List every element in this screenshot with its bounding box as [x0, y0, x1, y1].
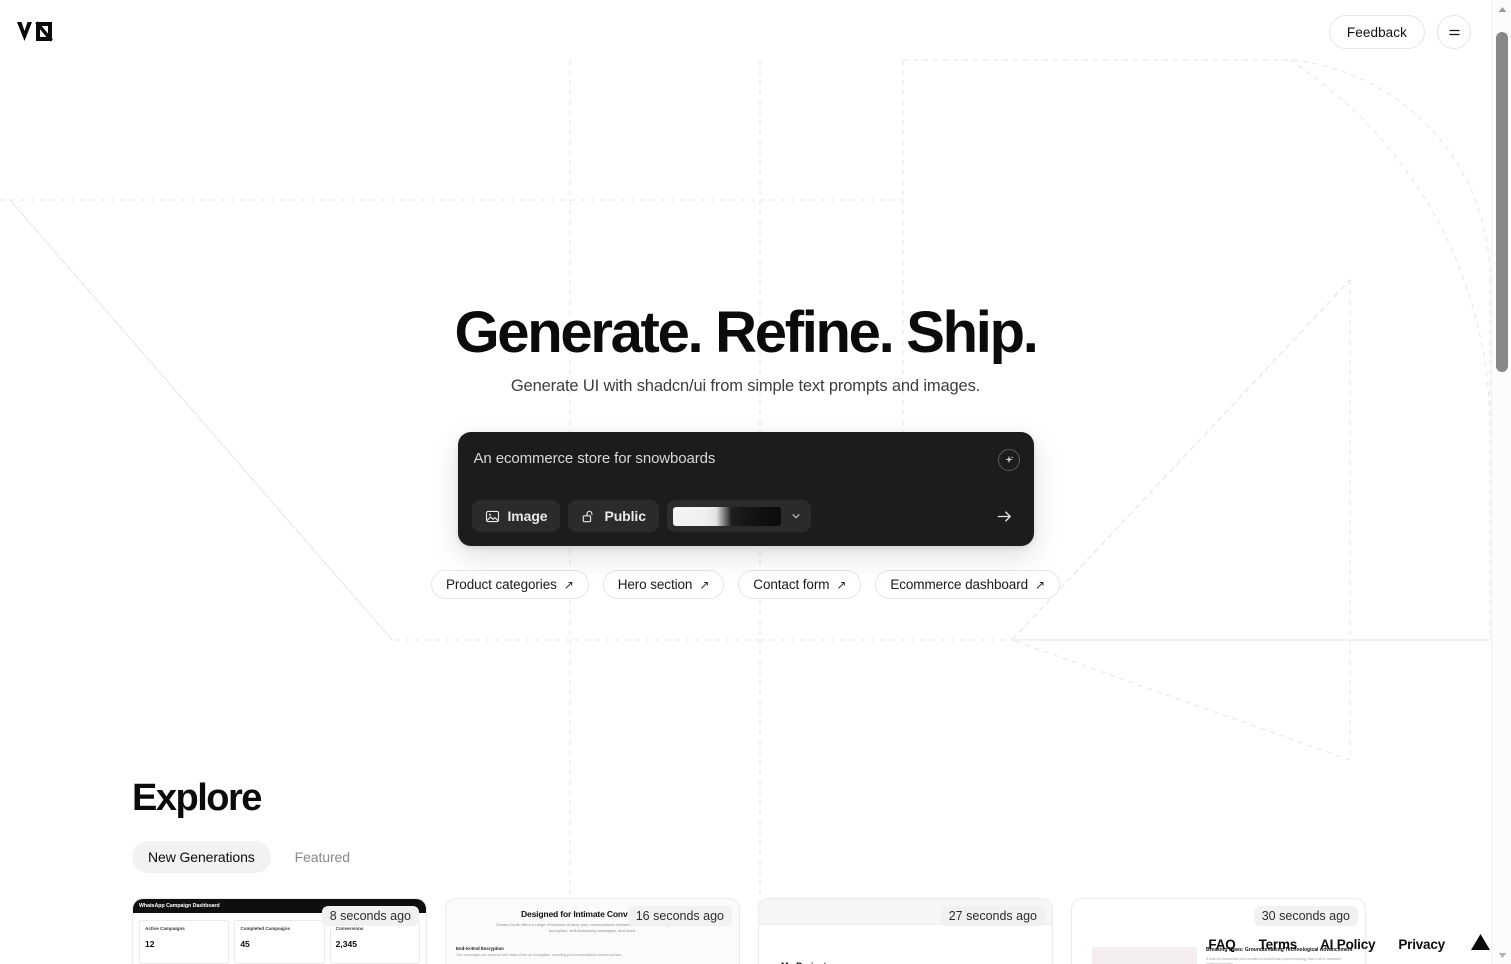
arrow-up-right-icon: ↗	[1035, 577, 1045, 592]
card-timestamp: 16 seconds ago	[627, 906, 732, 926]
top-header: Feedback	[0, 0, 1491, 64]
stat-label: Active Campaigns	[145, 926, 185, 931]
stat-value: 2,345	[335, 939, 357, 949]
arrow-right-icon	[997, 511, 1011, 522]
stat-card: Active Campaigns 12	[139, 920, 230, 964]
stat-card: Conversions 2,345	[329, 920, 420, 964]
card-timestamp: 30 seconds ago	[1253, 906, 1358, 926]
visibility-label: Public	[604, 508, 646, 525]
chip-label: Hero section	[617, 577, 693, 593]
stat-value: 12	[145, 939, 155, 949]
stat-value: 45	[240, 939, 250, 949]
scroll-up-arrow-icon[interactable]	[1492, 0, 1511, 18]
submit-prompt-button[interactable]	[990, 501, 1020, 531]
arrow-up-right-icon: ↗	[563, 577, 574, 592]
suggestion-chip-ecommerce-dashboard[interactable]: Ecommerce dashboard ↗	[875, 570, 1060, 600]
attach-image-button[interactable]: Image	[471, 500, 561, 533]
scroll-down-arrow-icon[interactable]	[1492, 946, 1511, 964]
page-title: Generate. Refine. Ship.	[454, 300, 1038, 365]
section-title: End-to-End Encryption	[456, 946, 504, 951]
vercel-triangle-icon[interactable]	[1470, 933, 1491, 956]
enhance-prompt-button[interactable]	[997, 449, 1020, 472]
page-root: Feedback Generate. Refine. Ship. Generat…	[0, 0, 1511, 964]
chip-label: Contact form	[753, 577, 830, 593]
footer-link-ai-policy[interactable]: AI Policy	[1320, 937, 1375, 952]
v0-logo-icon	[17, 21, 53, 42]
scrollbar-thumb[interactable]	[1496, 32, 1508, 372]
hamburger-menu-icon	[1448, 29, 1460, 35]
card-preview-section: End-to-End Encryption Your messages are …	[446, 934, 739, 958]
model-loading-skeleton	[672, 506, 781, 526]
suggestion-chips: Product categories ↗ Hero section ↗ Cont…	[431, 570, 1060, 600]
composer-input-row	[471, 448, 1020, 472]
explore-tabs: New Generations Featured	[132, 841, 1491, 873]
article-thumbnail	[1092, 947, 1197, 964]
suggestion-chip-product-categories[interactable]: Product categories ↗	[431, 570, 589, 600]
card-timestamp: 27 seconds ago	[940, 906, 1045, 926]
model-selector[interactable]	[666, 500, 811, 533]
chip-label: Product categories	[446, 577, 557, 593]
chevron-down-icon	[792, 514, 800, 519]
explore-title: Explore	[132, 777, 262, 819]
visibility-button[interactable]: Public	[568, 500, 659, 533]
feedback-button-label: Feedback	[1346, 24, 1407, 40]
tab-label: New Generations	[148, 849, 255, 865]
v0-logo[interactable]	[16, 19, 57, 45]
explore-section: Explore New Generations Featured	[0, 777, 1491, 873]
header-actions: Feedback	[1328, 15, 1471, 49]
hero-subtitle: Generate UI with shadcn/ui from simple t…	[510, 377, 981, 396]
gallery-card-intimate-conversations[interactable]: 16 seconds ago Designed for Intimate Con…	[445, 898, 740, 964]
footer-links: FAQ Terms AI Policy Privacy	[1208, 933, 1491, 956]
footer-link-faq[interactable]: FAQ	[1208, 937, 1235, 952]
prompt-composer: Image Public	[457, 432, 1034, 547]
chip-label: Ecommerce dashboard	[890, 577, 1029, 593]
image-icon	[485, 510, 499, 522]
prompt-input[interactable]	[471, 448, 998, 468]
stat-label: Conversions	[335, 926, 364, 931]
footer-link-terms[interactable]: Terms	[1259, 937, 1298, 952]
page-scrollbar[interactable]	[1491, 0, 1511, 964]
gallery-card-my-projects[interactable]: 27 seconds ago My Projects	[758, 898, 1053, 964]
sparkle-icon	[1004, 456, 1013, 464]
card-preview-subtext: A team of researchers has unveiled a rev…	[1206, 957, 1342, 964]
hero-section: Generate. Refine. Ship. Generate UI with…	[0, 0, 1491, 700]
feedback-button[interactable]: Feedback	[1328, 15, 1425, 49]
card-preview-heading: My Projects	[759, 925, 1052, 964]
tab-featured[interactable]: Featured	[279, 841, 366, 873]
card-timestamp: 8 seconds ago	[321, 906, 419, 926]
suggestion-chip-contact-form[interactable]: Contact form ↗	[738, 570, 862, 600]
suggestion-chip-hero-section[interactable]: Hero section ↗	[602, 570, 725, 600]
composer-toolbar: Image Public	[471, 500, 1020, 533]
tab-new-generations[interactable]: New Generations	[132, 841, 271, 873]
tab-label: Featured	[294, 849, 350, 865]
menu-button[interactable]	[1437, 15, 1471, 49]
footer-link-privacy[interactable]: Privacy	[1398, 937, 1445, 952]
stat-label: Completed Campaigns	[240, 926, 291, 931]
stat-card: Completed Campaigns 45	[234, 920, 325, 964]
section-text: Your messages are secured with state-of-…	[456, 953, 622, 957]
attach-image-label: Image	[507, 508, 548, 525]
arrow-up-right-icon: ↗	[836, 577, 847, 592]
gallery-card-whatsapp-campaign-dashboard[interactable]: 8 seconds ago WhatsApp Campaign Dashboar…	[132, 898, 427, 964]
arrow-up-right-icon: ↗	[699, 577, 710, 592]
unlock-icon	[583, 510, 593, 523]
